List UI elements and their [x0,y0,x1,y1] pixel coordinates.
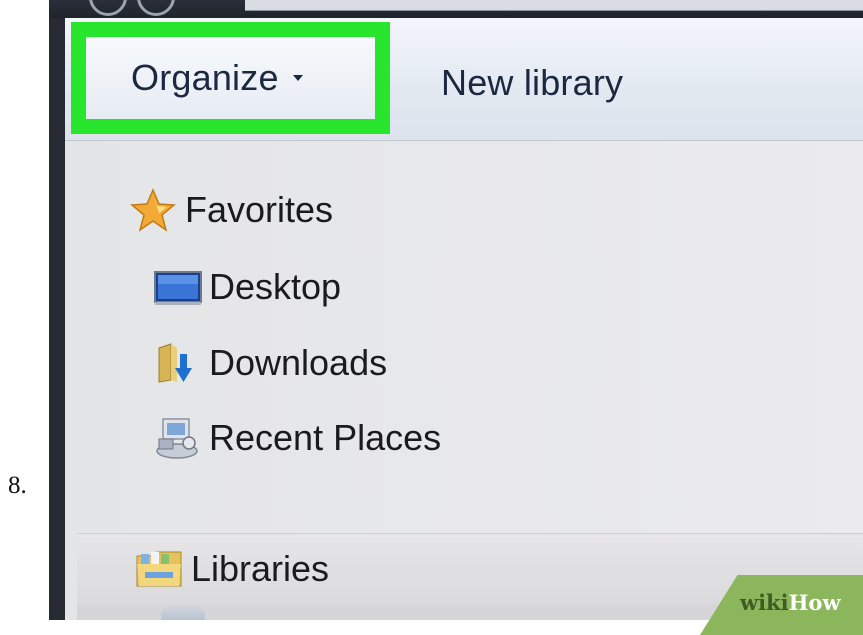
documents-icon [161,607,205,620]
forward-button[interactable] [137,0,175,16]
downloads-folder-icon [158,343,192,383]
organize-button[interactable]: Organize [86,37,375,119]
nav-favorites[interactable]: Favorites [129,187,333,233]
explorer-window: Organize New library Favorites Desktop D… [49,0,863,620]
nav-libraries-row: Libraries [135,546,329,592]
address-bar[interactable] [245,0,863,11]
navigation-pane: Favorites Desktop Downloads Recent Place… [65,141,863,620]
nav-recent-places[interactable]: Recent Places [153,415,441,461]
recent-places-icon [156,418,198,459]
organize-label: Organize [131,57,279,98]
back-button[interactable] [89,0,127,16]
desktop-icon [154,271,202,305]
new-library-label: New library [441,62,624,103]
nav-desktop-label: Desktop [209,266,342,307]
nav-desktop[interactable]: Desktop [153,264,341,310]
explorer-frame: Organize New library Favorites Desktop D… [65,18,863,620]
libraries-folder-icon [136,551,182,587]
wikihow-watermark: wikiHow [740,590,841,615]
nav-downloads-label: Downloads [209,342,388,383]
star-icon [130,188,176,232]
nav-favorites-label: Favorites [185,189,334,230]
organize-highlight-box: Organize [71,22,390,134]
title-bar [49,0,863,18]
nav-recent-places-label: Recent Places [209,417,442,458]
step-number: 8. [8,472,27,499]
nav-downloads[interactable]: Downloads [153,340,387,386]
dropdown-arrow-icon [292,75,303,81]
command-bar: Organize New library [65,18,863,141]
new-library-button[interactable]: New library [441,58,623,108]
nav-libraries-label: Libraries [191,548,330,589]
